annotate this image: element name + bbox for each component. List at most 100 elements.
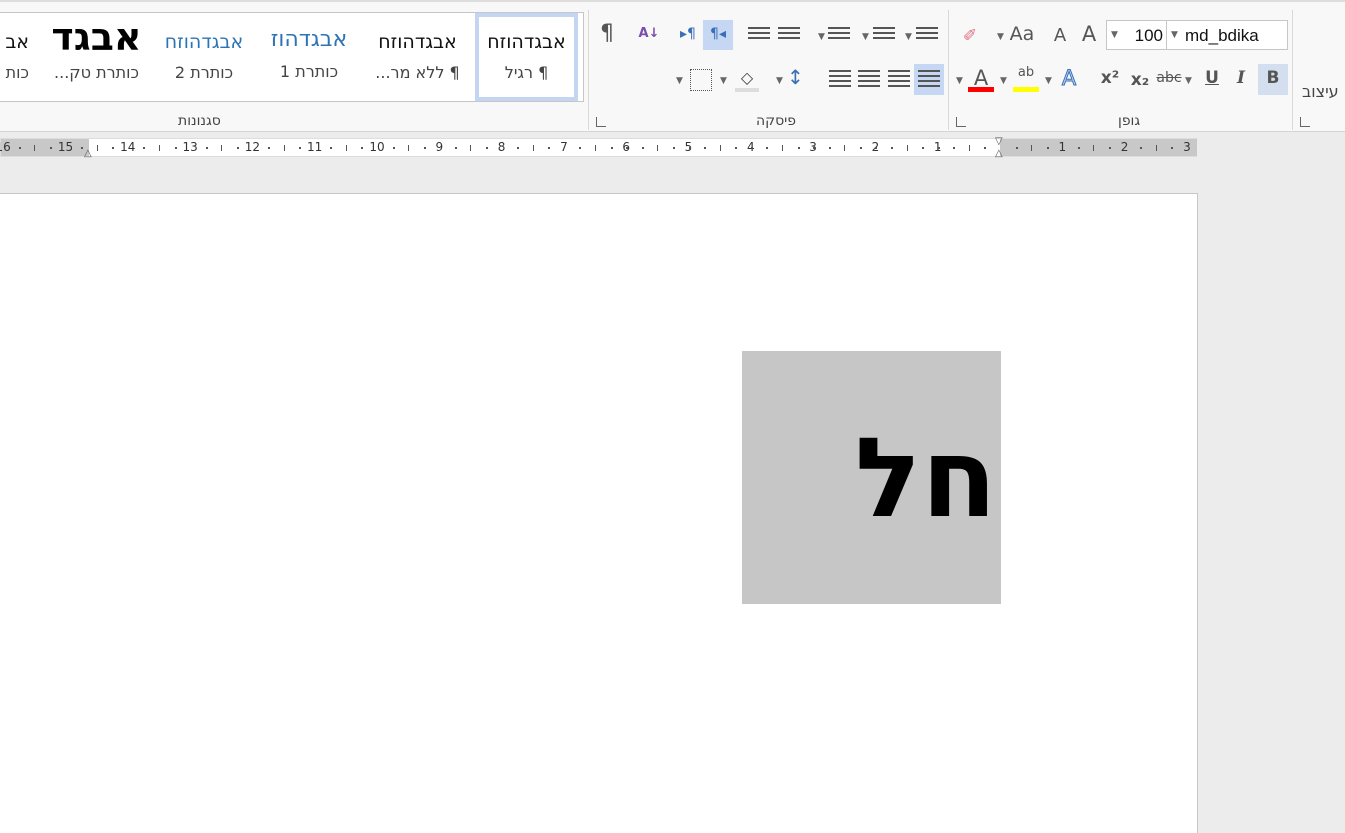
style-name: כות bbox=[5, 63, 29, 82]
bullets-icon[interactable] bbox=[916, 27, 938, 45]
ruler-tick bbox=[595, 145, 597, 151]
show-formatting-button[interactable]: ¶ bbox=[596, 20, 618, 50]
ruler-tick bbox=[423, 147, 426, 149]
ruler-label: 8 bbox=[497, 140, 506, 154]
superscript-button[interactable]: x² bbox=[1098, 64, 1122, 94]
ruler-label: 3 bbox=[1183, 140, 1191, 154]
line-spacing-icon[interactable]: ↕ bbox=[787, 65, 804, 89]
font-color-button[interactable]: A bbox=[968, 64, 994, 92]
ruler-tick bbox=[657, 145, 659, 151]
grow-font-button[interactable]: A bbox=[1078, 20, 1100, 50]
multilevel-list-icon[interactable] bbox=[828, 27, 850, 45]
style-subtitle[interactable]: אב כות bbox=[0, 13, 29, 101]
italic-button[interactable]: I bbox=[1230, 64, 1252, 94]
ruler-tick bbox=[704, 147, 707, 149]
align-right-button[interactable] bbox=[914, 64, 944, 95]
ruler-tick bbox=[361, 147, 364, 149]
chevron-down-icon[interactable]: ▼ bbox=[862, 32, 869, 42]
justify-icon[interactable] bbox=[829, 70, 851, 88]
ruler-tick bbox=[174, 147, 177, 149]
style-name: כותרת 2 bbox=[174, 63, 234, 82]
ruler-tick bbox=[517, 147, 520, 149]
document-image[interactable]: חל bbox=[742, 351, 1001, 604]
ruler-tick bbox=[1031, 145, 1033, 151]
style-sample: אבגדהוז bbox=[270, 27, 348, 52]
sort-button[interactable]: A↓ bbox=[636, 20, 662, 50]
font-size-combo[interactable]: ▼ 100 bbox=[1106, 20, 1167, 50]
ltr-direction-button[interactable]: ▸¶ bbox=[674, 20, 702, 50]
chevron-down-icon[interactable]: ▼ bbox=[776, 76, 783, 86]
ruler-tick bbox=[1171, 147, 1174, 149]
font-launcher-icon[interactable] bbox=[956, 117, 966, 127]
chevron-down-icon[interactable]: ▼ bbox=[956, 76, 963, 86]
ruler-tick bbox=[1109, 147, 1112, 149]
ruler-tick bbox=[641, 147, 644, 149]
chevron-down-icon[interactable]: ▼ bbox=[720, 76, 727, 86]
chevron-down-icon[interactable]: ▼ bbox=[676, 76, 683, 86]
change-case-button[interactable]: Aa bbox=[1008, 20, 1036, 50]
bold-button[interactable]: B bbox=[1258, 64, 1288, 95]
strikethrough-button[interactable]: abc bbox=[1156, 64, 1182, 94]
style-name: ¶ רגיל bbox=[504, 63, 549, 82]
shrink-font-button[interactable]: A bbox=[1050, 22, 1070, 52]
chevron-down-icon[interactable]: ▼ bbox=[997, 32, 1004, 42]
underline-button[interactable]: U bbox=[1201, 64, 1223, 94]
right-indent-marker[interactable]: ▽ bbox=[995, 136, 1003, 147]
style-name: כותרת 1 bbox=[279, 62, 339, 81]
font-group-label: גופן bbox=[1118, 113, 1141, 129]
clear-formatting-button[interactable]: ✐ bbox=[958, 22, 982, 52]
ruler-label: 7 bbox=[560, 140, 568, 154]
styles-group-label: סגנונות bbox=[178, 113, 221, 129]
ruler-tick bbox=[922, 147, 925, 149]
style-title[interactable]: אבגד כותרת טק... bbox=[44, 13, 149, 101]
horizontal-ruler[interactable]: 16151413121110987654321123 △ ▽ △ bbox=[0, 136, 1197, 159]
style-normal[interactable]: אבגדהוזח ¶ רגיל bbox=[475, 13, 578, 101]
ruler-tick bbox=[112, 147, 115, 149]
chevron-down-icon[interactable]: ▼ bbox=[1000, 76, 1007, 86]
shading-icon[interactable]: ◇ bbox=[735, 68, 759, 92]
ruler-label: 1 bbox=[1058, 140, 1067, 154]
ruler-tick bbox=[18, 147, 21, 149]
style-no-spacing[interactable]: אבגדהוזח ¶ ללא מר... bbox=[365, 13, 470, 101]
style-name: ¶ ללא מר... bbox=[375, 63, 460, 82]
align-left-icon[interactable] bbox=[858, 70, 880, 88]
ruler-tick bbox=[859, 147, 862, 149]
chevron-down-icon[interactable]: ▼ bbox=[905, 32, 912, 42]
left-indent-marker[interactable]: △ bbox=[84, 148, 92, 159]
ruler-label: 16 bbox=[0, 140, 11, 154]
ruler-tick bbox=[330, 147, 333, 149]
style-heading-2[interactable]: אבגדהוזח כותרת 2 bbox=[154, 13, 254, 101]
align-center-icon[interactable] bbox=[888, 70, 910, 88]
ruler-tick bbox=[579, 147, 582, 149]
ruler-label: 10 bbox=[369, 140, 385, 154]
document-page[interactable] bbox=[0, 193, 1198, 833]
numbering-icon[interactable] bbox=[873, 27, 895, 45]
ruler-tick bbox=[81, 147, 84, 149]
decrease-indent-icon[interactable] bbox=[748, 27, 770, 45]
ruler-tick bbox=[719, 145, 721, 151]
chevron-down-icon[interactable]: ▼ bbox=[1185, 76, 1192, 86]
hanging-indent-marker[interactable]: △ bbox=[995, 148, 1003, 159]
rtl-direction-button[interactable]: ¶◂ bbox=[703, 20, 733, 50]
styles-launcher-icon[interactable] bbox=[1300, 117, 1310, 127]
ruler-tick bbox=[953, 147, 956, 149]
ruler-tick bbox=[392, 147, 395, 149]
ruler-tick bbox=[532, 145, 534, 151]
chevron-down-icon[interactable]: ▼ bbox=[818, 32, 825, 42]
highlight-button[interactable]: ab bbox=[1013, 64, 1039, 92]
text-effects-button[interactable]: A bbox=[1058, 64, 1080, 94]
paragraph-launcher-icon[interactable] bbox=[596, 117, 606, 127]
ruler-tick bbox=[221, 145, 223, 151]
style-sample: אבגדהוזח bbox=[378, 31, 457, 53]
ruler-tick bbox=[49, 147, 52, 149]
styles-gallery: אבגדהוזח ¶ רגיל אבגדהוזח ¶ ללא מר... אבגדה… bbox=[0, 12, 584, 102]
borders-icon[interactable] bbox=[690, 69, 712, 91]
subscript-button[interactable]: x₂ bbox=[1128, 66, 1152, 96]
ruler-tick bbox=[906, 145, 908, 151]
ruler-tick bbox=[937, 147, 940, 149]
font-name-combo[interactable]: ▼ md_bdika bbox=[1166, 20, 1288, 50]
ruler-tick bbox=[34, 145, 36, 151]
chevron-down-icon[interactable]: ▼ bbox=[1045, 76, 1052, 86]
increase-indent-icon[interactable] bbox=[778, 27, 800, 45]
style-heading-1[interactable]: אבגדהוז כותרת 1 bbox=[259, 13, 359, 101]
